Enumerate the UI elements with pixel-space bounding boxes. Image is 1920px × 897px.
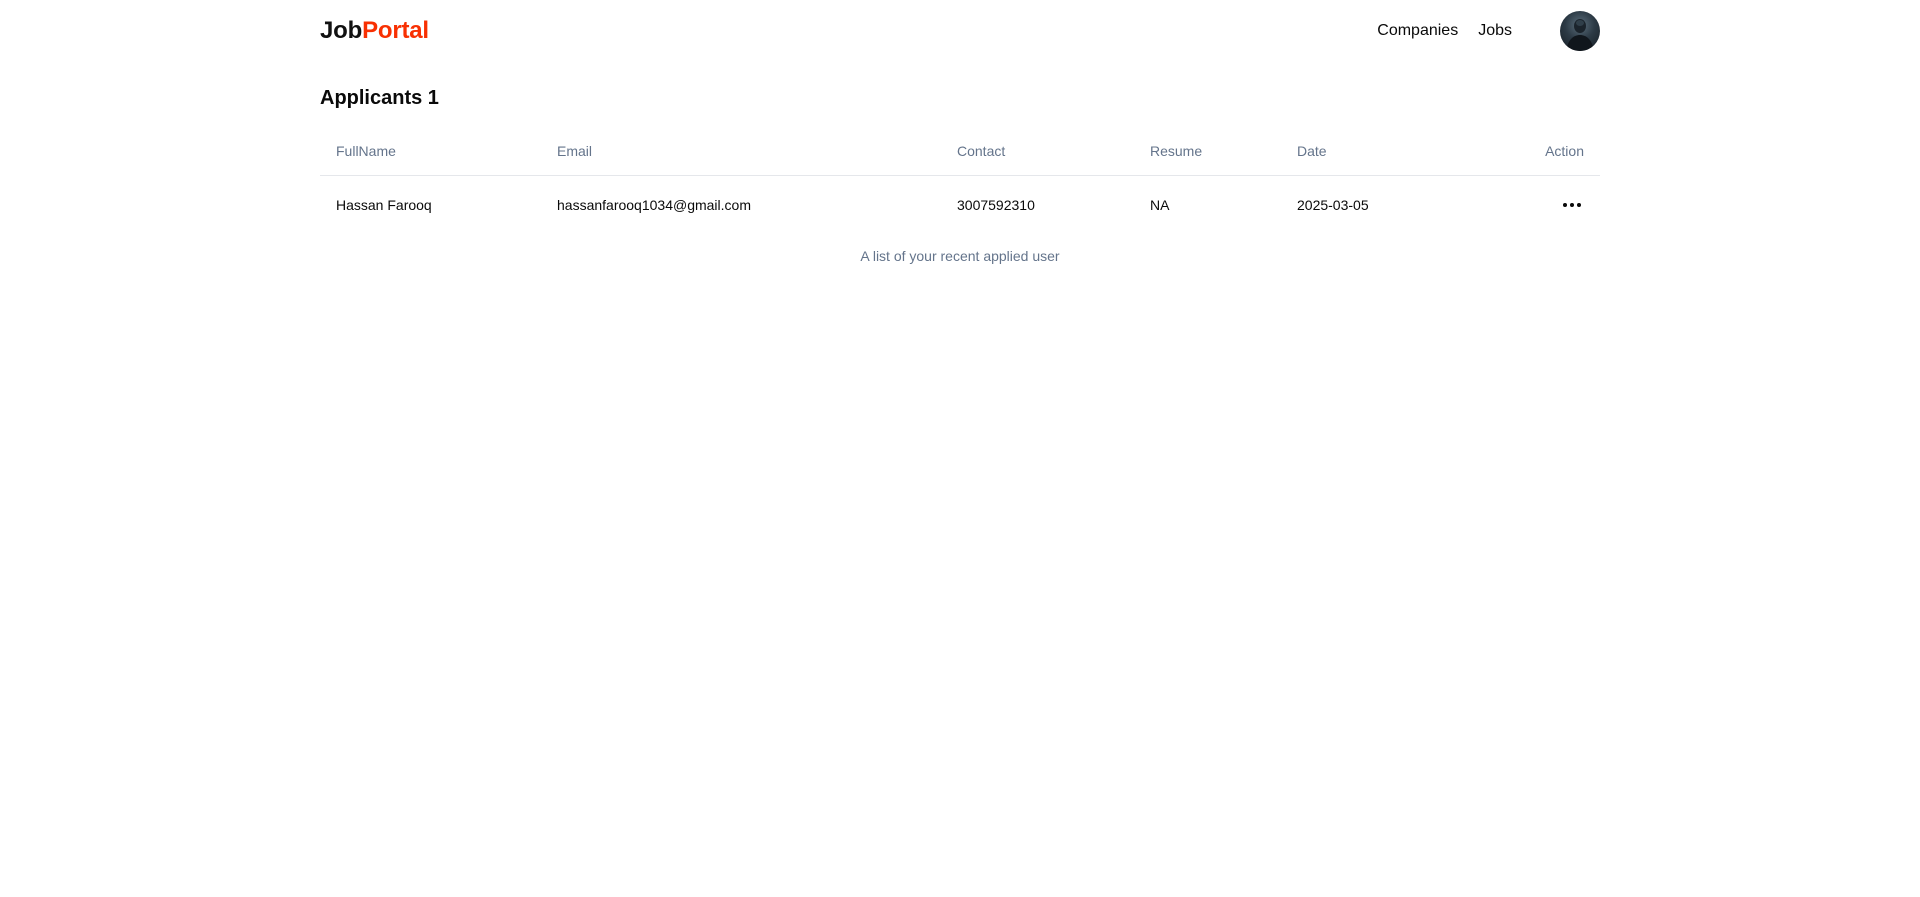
table-row: Hassan Farooq hassanfarooq1034@gmail.com…: [320, 175, 1600, 235]
nav-right: Companies Jobs: [1377, 11, 1600, 51]
page-title: Applicants 1: [320, 87, 439, 109]
avatar[interactable]: [1560, 11, 1600, 51]
cell-fullname: Hassan Farooq: [336, 197, 432, 214]
header-contact: Contact: [957, 142, 1006, 159]
header-email: Email: [557, 142, 593, 159]
table-body: Hassan Farooq hassanfarooq1034@gmail.com…: [320, 175, 1600, 235]
more-horizontal-icon: [1563, 203, 1581, 208]
table-header: FullName Email Contact Resume Date Actio…: [320, 127, 1600, 175]
applicants-table: FullName Email Contact Resume Date Actio…: [320, 127, 1600, 235]
cell-action: [1441, 175, 1600, 235]
header-fullname: FullName: [336, 142, 396, 159]
cell-resume: NA: [1150, 197, 1170, 214]
logo[interactable]: Job Portal: [320, 19, 429, 43]
logo-text-job: Job: [320, 17, 363, 44]
main-content: Applicants 1 FullName Email Contact Resu…: [320, 62, 1600, 264]
cell-contact: 3007592310: [957, 197, 1035, 214]
table-caption: A list of your recent applied user: [860, 248, 1060, 264]
row-action-button[interactable]: [1560, 195, 1584, 215]
logo-text-portal: Portal: [362, 17, 429, 44]
navbar: Job Portal Companies Jobs: [320, 0, 1600, 62]
cell-email: hassanfarooq1034@gmail.com: [557, 197, 751, 214]
header-resume: Resume: [1150, 142, 1203, 159]
user-photo-icon: [1566, 19, 1594, 51]
header-action: Action: [1545, 142, 1584, 159]
cell-date: 2025-03-05: [1297, 197, 1369, 214]
header-date: Date: [1297, 142, 1327, 159]
table-header-row: FullName Email Contact Resume Date Actio…: [320, 127, 1600, 175]
nav-link-companies[interactable]: Companies: [1377, 22, 1458, 40]
nav-links: Companies Jobs: [1377, 22, 1512, 40]
nav-link-jobs[interactable]: Jobs: [1478, 22, 1512, 40]
